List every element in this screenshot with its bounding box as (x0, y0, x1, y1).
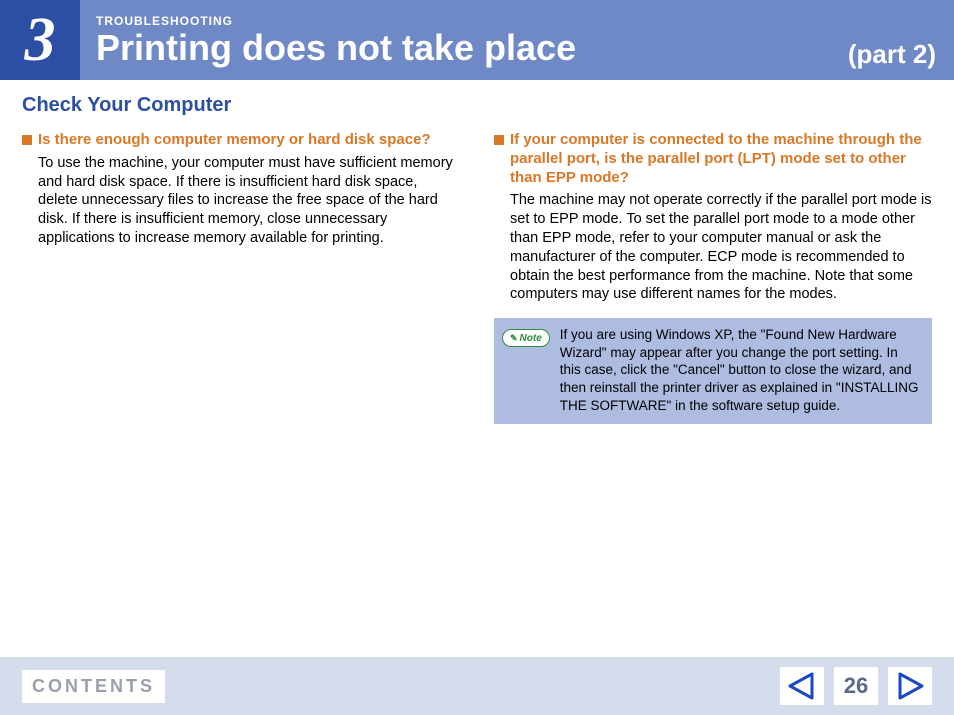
answer-text: The machine may not operate correctly if… (494, 191, 932, 304)
chapter-number: 3 (0, 0, 80, 80)
question-text: If your computer is connected to the mac… (510, 131, 932, 187)
contents-button[interactable]: CONTENTS (22, 670, 165, 703)
page-number: 26 (834, 667, 878, 705)
triangle-right-icon (896, 672, 924, 700)
question-text: Is there enough computer memory or hard … (38, 131, 431, 150)
right-column: If your computer is connected to the mac… (494, 131, 932, 424)
footer-bar: CONTENTS 26 (0, 657, 954, 715)
next-page-button[interactable] (888, 667, 932, 705)
qa-block: Is there enough computer memory or hard … (22, 131, 460, 248)
page-header: 3 TROUBLESHOOTING Printing does not take… (0, 0, 954, 80)
part-label: (part 2) (848, 0, 954, 80)
section-label: TROUBLESHOOTING (96, 14, 848, 28)
qa-block: If your computer is connected to the mac… (494, 131, 932, 304)
note-text: If you are using Windows XP, the "Found … (560, 326, 922, 414)
page-title: Printing does not take place (96, 30, 848, 66)
triangle-left-icon (788, 672, 816, 700)
question-row: If your computer is connected to the mac… (494, 131, 932, 187)
left-column: Is there enough computer memory or hard … (22, 131, 460, 424)
bullet-icon (22, 135, 32, 145)
subheading: Check Your Computer (22, 94, 932, 117)
body-area: Check Your Computer Is there enough comp… (0, 80, 954, 640)
question-row: Is there enough computer memory or hard … (22, 131, 460, 150)
note-box: Note If you are using Windows XP, the "F… (494, 318, 932, 424)
prev-page-button[interactable] (780, 667, 824, 705)
header-titles: TROUBLESHOOTING Printing does not take p… (80, 0, 848, 80)
answer-text: To use the machine, your computer must h… (22, 154, 460, 248)
two-column-layout: Is there enough computer memory or hard … (22, 131, 932, 424)
bullet-icon (494, 135, 504, 145)
note-badge-icon: Note (502, 329, 550, 347)
